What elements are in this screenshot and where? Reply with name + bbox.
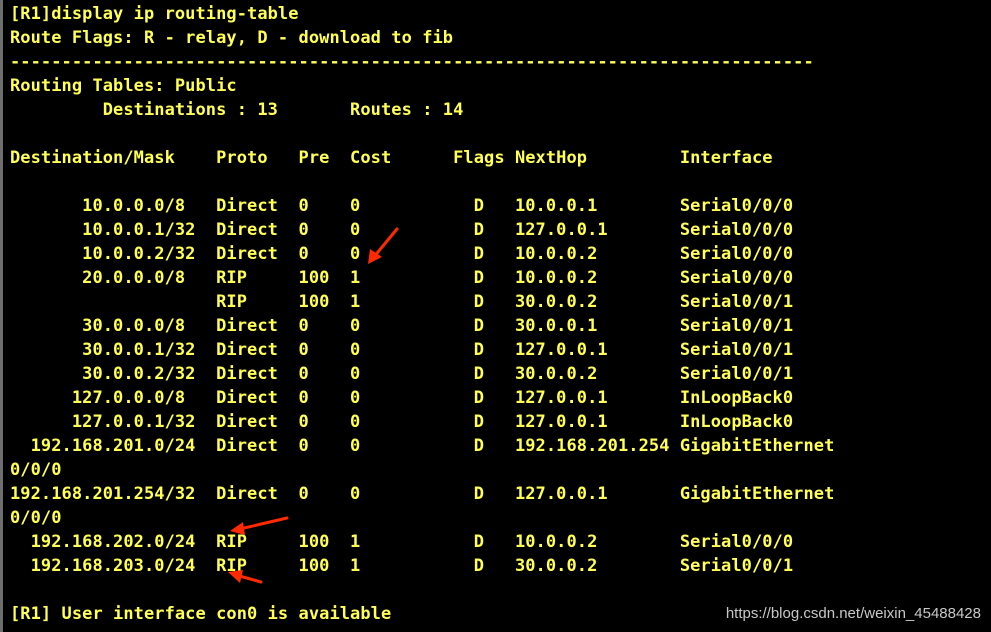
table-row: 30.0.0.1/32 Direct 0 0 D 127.0.0.1 Seria… (10, 340, 794, 360)
table-header-row: Destination/Mask Proto Pre Cost Flags Ne… (10, 148, 773, 168)
terminal-line-separator: ----------------------------------------… (10, 52, 814, 72)
table-row: 127.0.0.1/32 Direct 0 0 D 127.0.0.1 InLo… (10, 412, 794, 432)
table-row: RIP 100 1 D 30.0.0.2 Serial0/0/1 (10, 292, 794, 312)
terminal-line-summary: Destinations : 13 Routes : 14 (10, 100, 464, 120)
table-row: 30.0.0.2/32 Direct 0 0 D 30.0.0.2 Serial… (10, 364, 794, 384)
terminal-line-status: [R1] User interface con0 is available (10, 604, 392, 624)
watermark-text: https://blog.csdn.net/weixin_45488428 (725, 605, 981, 622)
terminal-line-routing-tables: Routing Tables: Public (10, 76, 237, 96)
table-row: 192.168.202.0/24 RIP 100 1 D 10.0.0.2 Se… (10, 532, 794, 552)
table-row: 127.0.0.0/8 Direct 0 0 D 127.0.0.1 InLoo… (10, 388, 794, 408)
table-row: 10.0.0.2/32 Direct 0 0 D 10.0.0.2 Serial… (10, 244, 794, 264)
terminal-line-route-flags: Route Flags: R - relay, D - download to … (10, 28, 454, 48)
table-row: 192.168.203.0/24 RIP 100 1 D 30.0.0.2 Se… (10, 556, 794, 576)
table-row: 10.0.0.1/32 Direct 0 0 D 127.0.0.1 Seria… (10, 220, 794, 240)
table-row: 192.168.201.0/24 Direct 0 0 D 192.168.20… (10, 436, 835, 456)
table-row: 10.0.0.0/8 Direct 0 0 D 10.0.0.1 Serial0… (10, 196, 794, 216)
terminal-window[interactable]: [R1]display ip routing-table Route Flags… (0, 0, 991, 632)
table-row: 30.0.0.0/8 Direct 0 0 D 30.0.0.1 Serial0… (10, 316, 794, 336)
window-left-border (0, 0, 3, 632)
table-row-wrap: 0/0/0 (10, 508, 62, 528)
table-row: 192.168.201.254/32 Direct 0 0 D 127.0.0.… (10, 484, 835, 504)
terminal-line-command: [R1]display ip routing-table (10, 4, 299, 24)
table-row-wrap: 0/0/0 (10, 460, 62, 480)
table-row: 20.0.0.0/8 RIP 100 1 D 10.0.0.2 Serial0/… (10, 268, 794, 288)
